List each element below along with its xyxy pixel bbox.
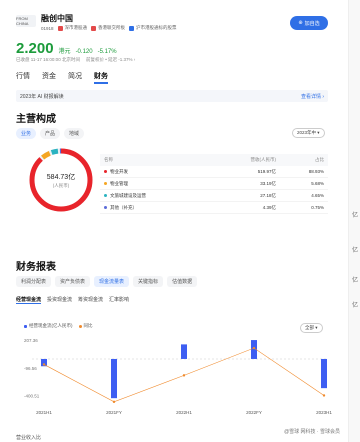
tag-1: 深市港股通 [57,25,87,31]
biz-table: 名称 营收(人民币) 占比 物业开发 519.97亿 88.93% 物业管理 33… [100,154,328,214]
current-price: 2.200 [16,40,54,57]
header-share: 占比 [315,157,324,162]
legend-dot-icon [104,194,107,197]
footer-label: 营业收入比 [16,435,42,441]
donut-unit: (人民币) [52,182,70,188]
yoy-point [182,374,186,377]
price-row: 2.200 港元 -0.120 -5.17% [16,40,117,57]
header-revenue: 营收(人民币) [250,157,277,162]
ai-report-banner[interactable]: 2023年 AI 财报解读 查看详情 › [16,90,328,102]
donut-total: 584.73亿 [46,173,76,181]
biz-filter: 业务 产品 地域 [16,128,85,139]
currency-unit: 港元 [58,49,71,55]
filter-product[interactable]: 产品 [40,128,61,139]
price-change: -0.120 [75,49,93,55]
subtab-balance[interactable]: 资产负债表 [55,276,91,287]
y-tick-label: 207.36 [24,338,38,343]
tab-profile[interactable]: 简况 [68,71,82,81]
table-row: 物业开发 519.97亿 88.93% [100,166,328,178]
finance-subtabs: 利润分配表 资产负债表 现金流量表 关键指标 估值数据 [16,276,198,287]
donut-center: 584.73亿 (人民币) [26,145,96,215]
x-tick-label: 2021H1 [36,410,52,415]
tab-financing-cf[interactable]: 筹资现金流 [78,296,103,304]
subtab-keymetrics[interactable]: 关键指标 [133,276,164,287]
yoy-point [322,394,326,397]
legend-bar: 经营现金流(亿人民币) [24,323,73,329]
yoy-point [112,400,116,404]
tab-quote[interactable]: 行情 [16,71,30,81]
stock-code: 01918 [41,25,54,31]
biz-year-select[interactable]: 2023年中 ▾ [292,128,325,138]
header-name: 名称 [104,157,113,162]
subtab-income[interactable]: 利润分配表 [16,276,52,287]
add-watchlist-button[interactable]: ⊕ 加自选 [290,16,328,30]
tag-2-icon [91,25,97,31]
plus-icon: ⊕ [298,20,303,26]
table-row: 文旅城建设及运营 27.18亿 4.65% [100,190,328,202]
company-logo: FROM CHINA [16,15,36,27]
right-scroll-strip[interactable]: 亿 亿 亿 亿 [348,0,360,442]
y-tick-label: -96.56 [24,366,37,371]
price-change-pct: -5.17% [97,49,117,55]
code-row: 01918 深市港股通 香港联交所板 沪市港股通标的股票 [41,25,177,31]
cashflow-tabs: 经营现金流 投资现金流 筹资现金流 汇率影响 [16,296,129,304]
tab-investing-cf[interactable]: 投资现金流 [47,296,72,304]
tag-3-icon [129,25,135,31]
tab-operating-cf[interactable]: 经营现金流 [16,296,42,304]
legend-dot-icon [104,182,107,185]
bar-mark [321,358,327,389]
side-char-2: 亿 [352,248,359,254]
stock-header: FROM CHINA 融创中国 01918 深市港股通 香港联交所板 沪市港股通… [16,12,336,34]
tag-1-icon [57,25,63,31]
tab-finance[interactable]: 财务 [94,71,108,84]
y-tick-label: -400.51 [24,393,40,398]
market-status: 已收盘 11-17 16:00:00 北京时间 [16,57,80,62]
legend-line: 同比 [78,323,93,329]
x-tick-label: 2023H1 [316,410,332,415]
ai-report-link[interactable]: 查看详情 › [301,93,324,100]
side-char-1: 亿 [352,213,359,219]
tag-3: 沪市港股通标的股票 [129,25,177,31]
legend-dot-icon [104,206,107,209]
filter-business[interactable]: 业务 [16,128,37,139]
filter-region[interactable]: 地域 [64,128,85,139]
legend-dot-icon [104,170,107,173]
x-tick-label: 2022H1 [176,410,192,415]
adjust-info[interactable]: 前复权价 • 延迟 -1.37% › [86,57,135,63]
chart-legend: 经营现金流(亿人民币) 同比 [24,323,93,329]
subtab-valuation[interactable]: 估值数据 [167,276,198,287]
tab-funds[interactable]: 资金 [42,71,56,81]
x-tick-label: 2021FY [106,410,122,415]
finance-title: 财务报表 [16,262,56,273]
side-char-4: 亿 [352,303,359,309]
tag-2: 香港联交所板 [91,25,125,31]
biz-donut-chart: 584.73亿 (人民币) [26,145,96,215]
yoy-point [42,363,46,366]
subtab-cashflow[interactable]: 现金流量表 [94,276,130,287]
tab-fx-effect[interactable]: 汇率影响 [109,296,129,304]
x-tick-label: 2022FY [246,410,262,415]
bar-legend-icon [24,324,27,328]
watermark: @雪球 网科技 · 雪球会员 [284,429,340,435]
side-char-3: 亿 [352,278,359,284]
table-row: 其他（补充） 4.39亿 0.75% [100,202,328,214]
quote-info: 已收盘 11-17 16:00:00 北京时间 前复权价 • 延迟 -1.37%… [16,57,135,63]
bar-mark [111,358,117,399]
cashflow-chart: 207.36 -96.56 -400.51 2021H1 2021FY 2022H1 202… [24,338,332,415]
biz-title: 主营构成 [16,114,56,125]
line-legend-icon [78,324,82,328]
table-header: 名称 营收(人民币) 占比 [100,154,328,166]
yoy-point [252,346,256,350]
main-tabs: 行情 资金 简况 财务 [16,71,108,84]
bar-mark [181,344,187,359]
company-name: 融创中国 [41,14,73,23]
ai-report-text: 2023年 AI 财报解读 [20,94,64,100]
table-row: 物业管理 33.19亿 5.68% [100,178,328,190]
